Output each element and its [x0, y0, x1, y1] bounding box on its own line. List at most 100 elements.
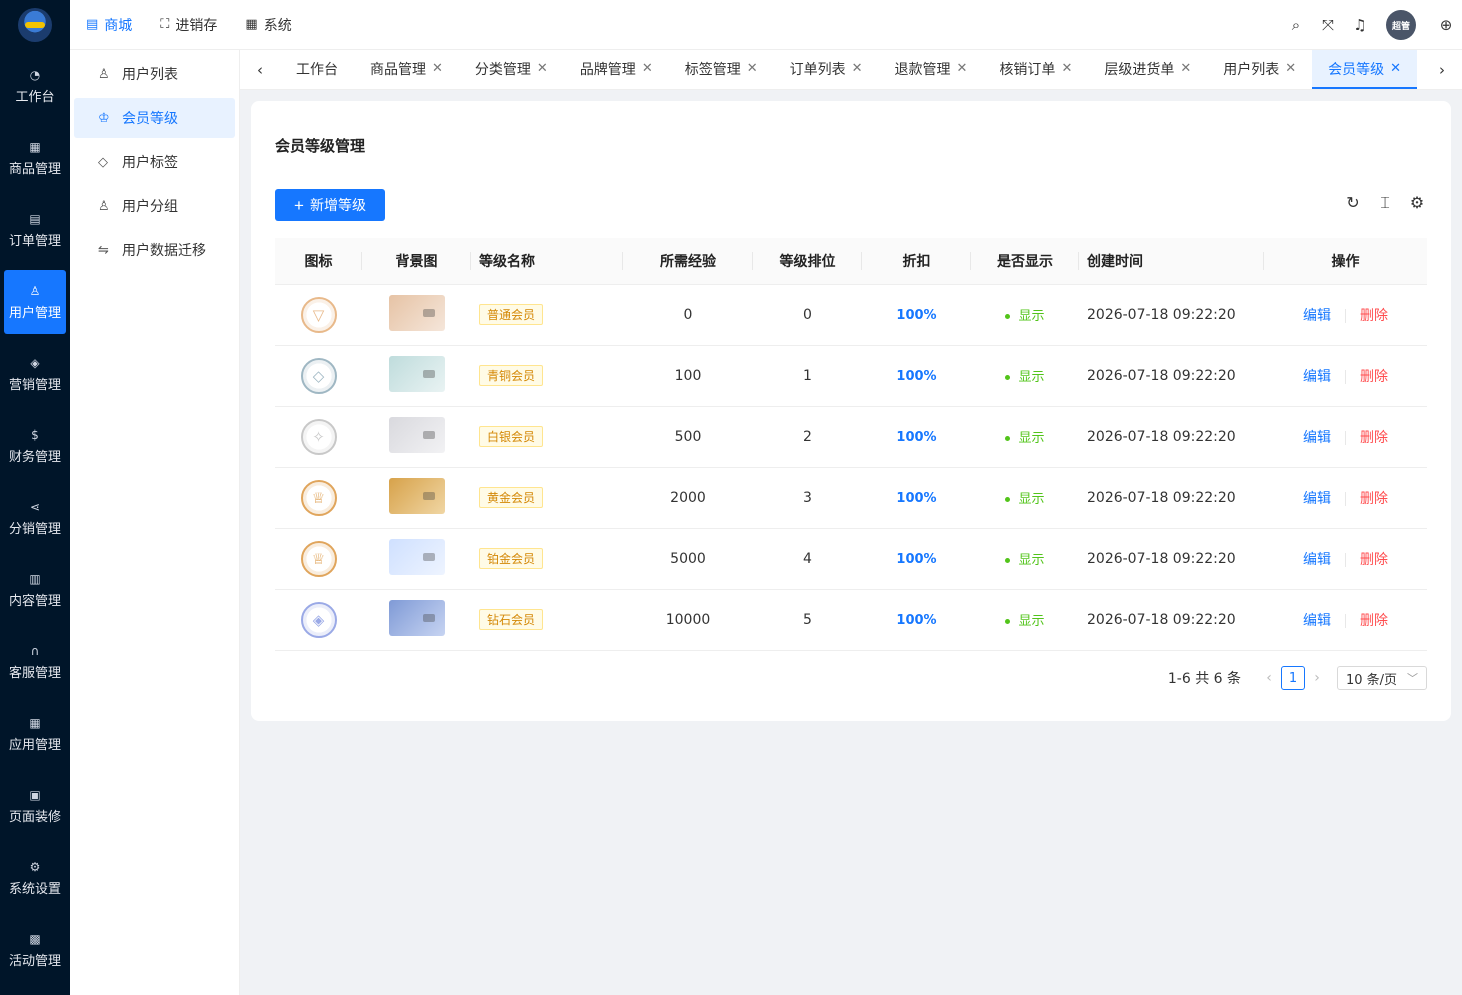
rail-item[interactable]: ▦ 商品管理 [4, 126, 66, 190]
close-icon[interactable]: ✕ [642, 61, 653, 76]
tab[interactable]: 用户列表 ✕ [1207, 50, 1312, 89]
close-icon[interactable]: ✕ [1061, 61, 1072, 76]
edit-link[interactable]: 编辑 [1303, 430, 1331, 446]
app-logo[interactable] [0, 0, 70, 50]
edit-link[interactable]: 编辑 [1303, 613, 1331, 629]
background-thumbnail[interactable] [388, 538, 445, 575]
tab-label: 标签管理 [684, 61, 741, 78]
delete-link[interactable]: 删除 [1360, 491, 1388, 507]
delete-link[interactable]: 删除 [1360, 613, 1388, 629]
submenu-item[interactable]: ♙ 用户列表 [74, 54, 235, 94]
rail-item[interactable]: ◈ 营销管理 [4, 342, 66, 406]
rail-item[interactable]: ⋖ 分销管理 [4, 486, 66, 550]
top-header: ▤ 商城 ⛶ 进销存 ▦ 系统 ⌕ ⤧ ♫ 超管 ⊕ [70, 0, 1462, 50]
column-height-icon[interactable]: ⌶ [1369, 193, 1401, 213]
edit-link[interactable]: 编辑 [1303, 369, 1331, 385]
close-icon[interactable]: ✕ [1180, 61, 1191, 76]
avatar[interactable]: 超管 [1386, 10, 1416, 40]
rail-item[interactable]: ▣ 页面装修 [4, 774, 66, 838]
tab[interactable]: 标签管理 ✕ [669, 50, 774, 89]
cell-exp: 0 [623, 284, 753, 346]
close-icon[interactable]: ✕ [852, 61, 863, 76]
cell-actions: 编辑 删除 [1264, 528, 1427, 590]
rail-item[interactable]: ∩ 客服管理 [4, 630, 66, 694]
tab[interactable]: 核销订单 ✕ [983, 50, 1088, 89]
bell-icon[interactable]: ♫ [1344, 16, 1376, 34]
submenu-item[interactable]: ♙ 用户分组 [74, 186, 235, 226]
column-header: 图标 [275, 238, 362, 285]
next-page-icon[interactable]: › [1305, 670, 1329, 686]
submenu-item[interactable]: ♔ 会员等级 [74, 98, 235, 138]
refresh-icon[interactable]: ↻ [1337, 193, 1369, 213]
delete-link[interactable]: 删除 [1360, 369, 1388, 385]
close-icon[interactable]: ✕ [432, 61, 443, 76]
close-icon[interactable]: ✕ [957, 61, 968, 76]
tab-label: 工作台 [296, 61, 338, 78]
close-icon[interactable]: ✕ [1285, 61, 1296, 76]
level-badge-icon: ♕ [300, 540, 337, 577]
close-icon[interactable]: ✕ [747, 61, 758, 76]
cell-name: 白银会员 [471, 406, 623, 468]
cell-created: 2026-07-18 09:22:20 [1079, 345, 1264, 407]
globe-icon[interactable]: ⊕ [1430, 16, 1462, 34]
tab[interactable]: 层级进货单 ✕ [1088, 50, 1207, 89]
rail-item-label: 分销管理 [8, 521, 61, 537]
cell-exp: 5000 [623, 528, 753, 590]
tab-label: 退款管理 [894, 61, 951, 78]
close-icon[interactable]: ✕ [1390, 61, 1401, 76]
page-size-select[interactable]: 10 条/页 ﹀ [1337, 666, 1427, 690]
background-thumbnail[interactable] [388, 477, 445, 514]
users-icon: ♙ [98, 66, 110, 82]
delete-link[interactable]: 删除 [1360, 308, 1388, 324]
tab[interactable]: 商品管理 ✕ [354, 50, 459, 89]
submenu-item[interactable]: ◇ 用户标签 [74, 142, 235, 182]
rail-item[interactable]: ▤ 订单管理 [4, 198, 66, 262]
background-thumbnail[interactable] [388, 294, 445, 331]
top-nav-item[interactable]: ⛶ 进销存 [160, 15, 217, 35]
tab[interactable]: 分类管理 ✕ [459, 50, 564, 89]
rail-item[interactable]: ◔ 工作台 [4, 54, 66, 118]
rail-item[interactable]: ♙ 用户管理 [4, 270, 66, 334]
top-nav-item[interactable]: ▤ 商城 [86, 15, 132, 35]
column-header-label: 图标 [304, 253, 333, 270]
top-nav-label: 进销存 [175, 17, 218, 34]
cell-discount: 100% [862, 284, 971, 346]
background-thumbnail[interactable] [388, 416, 445, 453]
tab[interactable]: 品牌管理 ✕ [564, 50, 669, 89]
page-number[interactable]: 1 [1281, 666, 1305, 690]
add-level-button[interactable]: + 新增等级 [275, 189, 385, 221]
rail-item[interactable]: ▥ 内容管理 [4, 558, 66, 622]
rail-item[interactable]: ▩ 活动管理 [4, 918, 66, 982]
fullscreen-icon[interactable]: ⤧ [1312, 16, 1344, 34]
top-nav-item[interactable]: ▦ 系统 [245, 15, 291, 35]
tab-scroll-right-icon[interactable]: › [1422, 50, 1462, 89]
submenu-label: 用户分组 [122, 199, 178, 215]
status-badge: 显示 [1005, 370, 1045, 385]
delete-link[interactable]: 删除 [1360, 552, 1388, 568]
tab-scroll-left-icon[interactable]: ‹ [240, 50, 280, 89]
rail-item-label: 内容管理 [8, 593, 61, 609]
edit-link[interactable]: 编辑 [1303, 308, 1331, 324]
edit-link[interactable]: 编辑 [1303, 552, 1331, 568]
prev-page-icon[interactable]: ‹ [1257, 670, 1281, 686]
action-divider [1345, 552, 1346, 567]
tab-bar: ‹ 工作台 商品管理 ✕ 分类管理 ✕ 品牌管理 ✕ 标签管理 ✕ 订单列表 ✕ 退款管理 ✕ 核销订单 ✕… [240, 50, 1462, 90]
delete-link[interactable]: 删除 [1360, 430, 1388, 446]
tab[interactable]: 订单列表 ✕ [774, 50, 879, 89]
tab[interactable]: 工作台 [280, 50, 354, 89]
tab[interactable]: 退款管理 ✕ [879, 50, 984, 89]
rail-item[interactable]: ▦ 应用管理 [4, 702, 66, 766]
background-thumbnail[interactable] [388, 355, 445, 392]
search-icon[interactable]: ⌕ [1280, 16, 1312, 34]
submenu-item[interactable]: ⇋ 用户数据迁移 [74, 230, 235, 270]
rail-item[interactable]: $ 财务管理 [4, 414, 66, 478]
close-icon[interactable]: ✕ [537, 61, 548, 76]
cell-icon: ♕ [275, 467, 362, 529]
rail-item[interactable]: ⚙ 系统设置 [4, 846, 66, 910]
rail-item-label: 页面装修 [8, 809, 61, 825]
settings-icon[interactable]: ⚙ [1401, 193, 1433, 213]
background-thumbnail[interactable] [388, 599, 445, 636]
edit-link[interactable]: 编辑 [1303, 491, 1331, 507]
tab[interactable]: 会员等级 ✕ [1312, 50, 1418, 89]
action-divider [1345, 491, 1346, 506]
